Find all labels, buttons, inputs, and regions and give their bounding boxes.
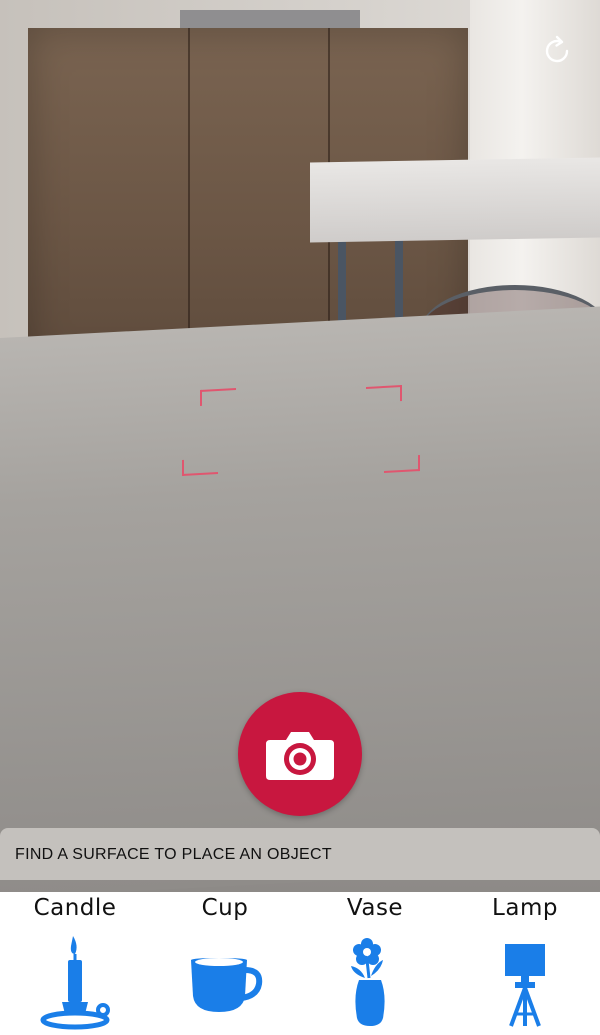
object-label: Cup (201, 895, 249, 921)
status-message: FIND A SURFACE TO PLACE AN OBJECT (15, 846, 332, 863)
vase-icon (351, 938, 385, 1026)
object-label: Lamp (492, 895, 558, 921)
cup-icon (191, 958, 263, 1012)
status-message-bar: FIND A SURFACE TO PLACE AN OBJECT (0, 828, 600, 880)
ar-camera-view[interactable]: FIND A SURFACE TO PLACE AN OBJECT (0, 0, 600, 892)
object-picker: Candle Cup Vase Lamp (0, 892, 600, 1035)
capture-photo-button[interactable] (238, 692, 362, 816)
focus-square-corner (366, 385, 402, 403)
candle-icon (40, 936, 110, 1030)
background-shelf (180, 10, 360, 28)
object-item-candle[interactable]: Candle (0, 892, 150, 1035)
object-label: Candle (33, 895, 117, 921)
reset-button[interactable] (538, 32, 576, 70)
reset-icon (545, 35, 569, 63)
camera-icon (266, 732, 334, 780)
object-item-lamp[interactable]: Lamp (450, 892, 600, 1035)
focus-square-corner (384, 455, 420, 473)
focus-square-corner (182, 458, 218, 476)
object-item-vase[interactable]: Vase (300, 892, 450, 1035)
background-table (310, 157, 600, 243)
lamp-icon (505, 944, 545, 1027)
object-item-cup[interactable]: Cup (150, 892, 300, 1035)
object-label: Vase (346, 895, 404, 921)
focus-square-corner (200, 388, 236, 406)
